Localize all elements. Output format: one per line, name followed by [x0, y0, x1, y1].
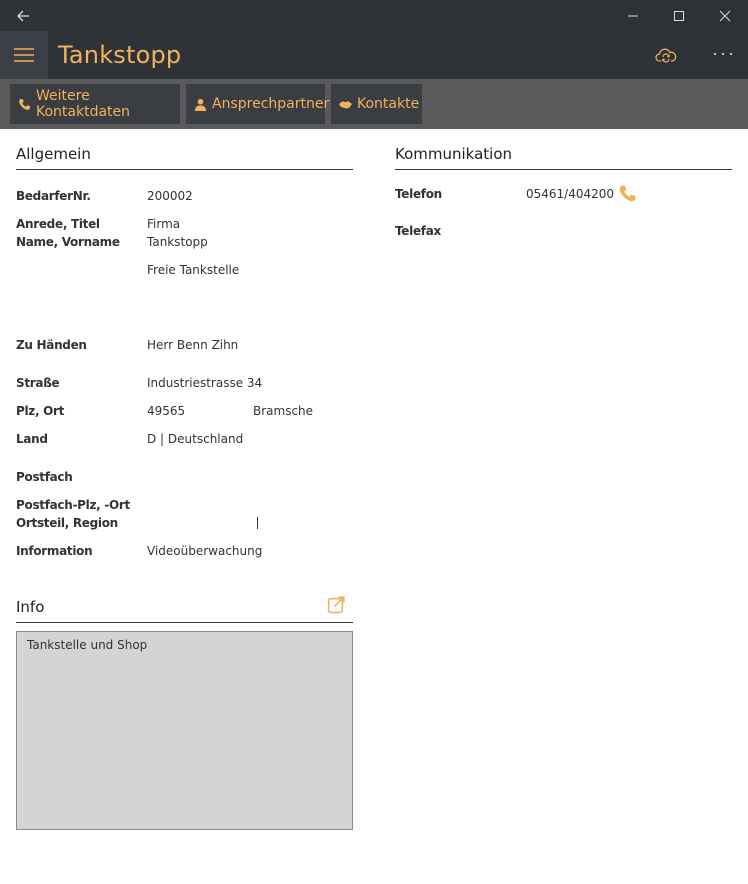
info-textarea[interactable]: Tankstelle und Shop	[16, 631, 353, 830]
anrede-label: Anrede, Titel	[16, 217, 100, 231]
strasse-value: Industriestrasse 34	[147, 376, 263, 390]
info-heading: Info	[16, 598, 45, 616]
more-button[interactable]: ···	[706, 39, 742, 67]
allgemein-heading: Allgemein	[16, 145, 91, 163]
bedarfer-value: 200002	[147, 189, 193, 203]
name-value: Tankstopp	[147, 235, 208, 249]
postfach-plz-label: Postfach-Plz, -Ort	[16, 498, 130, 512]
ortsteil-label: Ortsteil, Region	[16, 516, 118, 530]
zuhaenden-value: Herr Benn Zihn	[147, 338, 239, 352]
handshake-icon	[339, 99, 352, 110]
plzort-label: Plz, Ort	[16, 404, 65, 418]
anrede-value: Firma	[147, 217, 181, 231]
information-value: Videoüberwachung	[147, 544, 263, 558]
weitere-kontaktdaten-button[interactable]: Weitere Kontaktdaten	[10, 84, 180, 124]
info-divider	[16, 622, 353, 623]
ansprechpartner-label: Ansprechpartner	[212, 96, 330, 112]
name2-value: Freie Tankstelle	[147, 263, 240, 277]
allgemein-divider	[16, 169, 353, 170]
ansprechpartner-button[interactable]: Ansprechpartner	[186, 84, 329, 124]
maximize-icon	[674, 10, 684, 21]
zuhaenden-label: Zu Händen	[16, 338, 87, 352]
telefon-label: Telefon	[395, 187, 442, 201]
call-phone-icon[interactable]	[618, 184, 637, 208]
telefon-value: 05461/404200	[526, 187, 615, 201]
edit-external-icon[interactable]	[327, 595, 346, 619]
back-button[interactable]	[0, 0, 46, 31]
app-bar: Tankstopp ···	[0, 31, 748, 79]
minimize-icon	[628, 15, 638, 16]
page-title: Tankstopp	[58, 41, 182, 69]
bedarfer-label: BedarferNr.	[16, 189, 91, 203]
land-value: D | Deutschland	[147, 432, 244, 446]
minimize-button[interactable]	[610, 0, 656, 31]
cloud-sync-icon	[655, 48, 677, 63]
plz-value: 49565	[147, 404, 186, 418]
sync-button[interactable]	[648, 41, 684, 69]
text-cursor	[257, 517, 258, 529]
strasse-label: Straße	[16, 376, 60, 390]
action-toolbar: Weitere Kontaktdaten Ansprechpartner Kon…	[0, 79, 748, 129]
kontakte-label: Kontakte	[357, 96, 420, 112]
kommunikation-divider	[395, 169, 732, 170]
information-label: Information	[16, 544, 93, 558]
land-label: Land	[16, 432, 48, 446]
weitere-kontaktdaten-label: Weitere Kontaktdaten	[36, 88, 131, 120]
hamburger-icon	[14, 48, 34, 62]
kommunikation-heading: Kommunikation	[395, 145, 513, 163]
back-arrow-icon	[17, 10, 29, 21]
telefax-label: Telefax	[395, 224, 441, 238]
postfach-label: Postfach	[16, 470, 73, 484]
person-icon	[194, 98, 207, 111]
window-titlebar	[0, 0, 748, 31]
menu-button[interactable]	[0, 31, 48, 79]
close-button[interactable]	[702, 0, 748, 31]
maximize-button[interactable]	[656, 0, 702, 31]
kontakte-button[interactable]: Kontakte	[331, 84, 422, 124]
phone-icon	[18, 98, 31, 111]
close-icon	[719, 10, 731, 21]
ort-value: Bramsche	[253, 404, 314, 418]
name-label: Name, Vorname	[16, 235, 120, 249]
